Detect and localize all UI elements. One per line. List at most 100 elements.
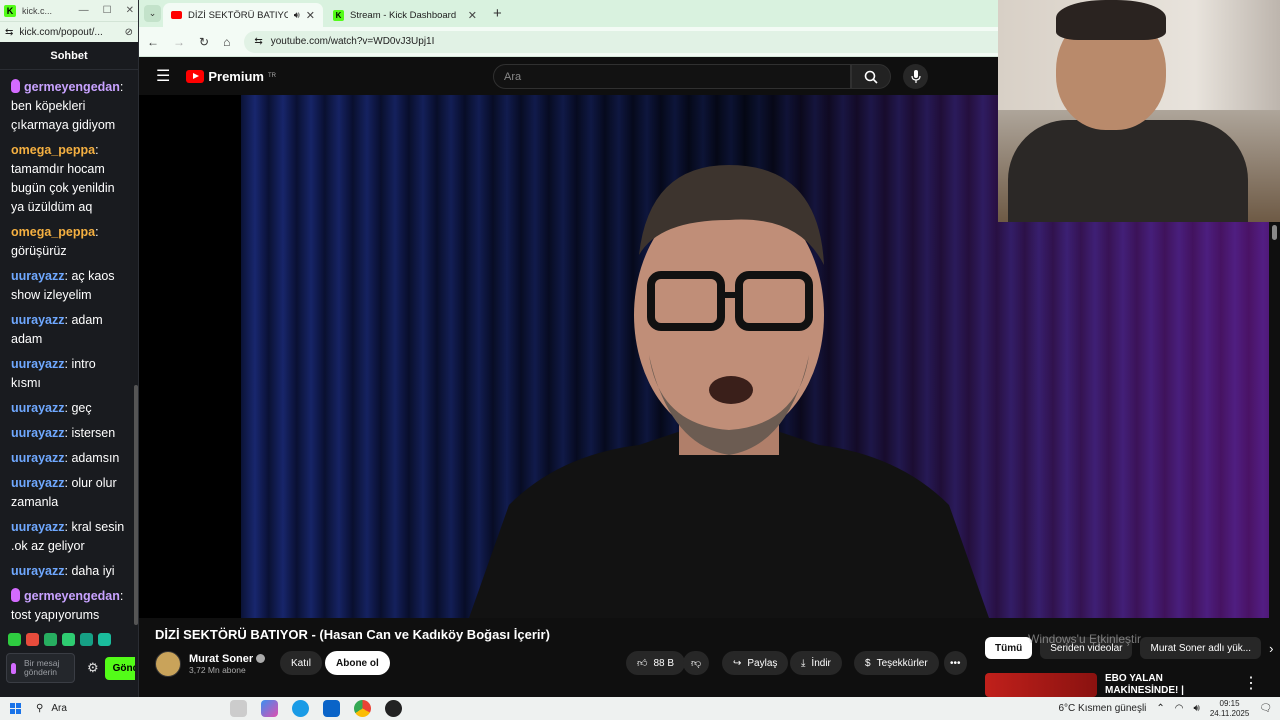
tab-kick-dashboard[interactable]: K Stream - Kick Dashboard ✕ [325, 3, 485, 27]
close-tab-icon[interactable]: ✕ [306, 9, 315, 22]
chat-input-placeholder: Bir mesaj gönderin [23, 658, 60, 677]
back-icon[interactable]: ← [147, 35, 159, 49]
dislike-button[interactable]: 👎︎ [683, 651, 710, 675]
search-icon: ⚲ [36, 703, 44, 714]
speaker-icon[interactable]: 🔊︎ [294, 10, 300, 21]
chat-messages: germeyengedan: ben köpekleri çıkarmaya g… [0, 78, 138, 626]
chat-username[interactable]: uurayazz [11, 476, 65, 490]
emote-icon[interactable] [26, 633, 39, 646]
gear-icon[interactable]: ⚙ [87, 660, 99, 676]
eye-off-icon[interactable]: ⊘ [125, 27, 133, 38]
chrome-icon[interactable] [354, 700, 371, 717]
chat-message-input[interactable]: Bir mesaj gönderin [6, 653, 75, 683]
weather-widget[interactable]: 6°C Kısmen güneşli [1058, 703, 1146, 714]
wifi-icon[interactable]: ◠ [1175, 703, 1184, 714]
recommended-thumbnail[interactable] [985, 673, 1097, 697]
subscribe-button[interactable]: Abone ol [325, 651, 390, 675]
chat-message: uurayazz: daha iyi [11, 562, 127, 581]
webcam-person-hair [1056, 0, 1166, 40]
share-button[interactable]: ↪ Paylaş [722, 651, 789, 675]
new-tab-button[interactable]: + [493, 5, 502, 22]
forward-icon[interactable]: → [173, 35, 185, 49]
chat-message: uurayazz: adam adam [11, 311, 127, 349]
chat-text: : adamsın [64, 451, 120, 465]
start-button[interactable] [0, 703, 30, 714]
chat-username[interactable]: uurayazz [11, 564, 65, 578]
outlook-icon[interactable] [323, 700, 340, 717]
chevron-right-icon[interactable]: › [1269, 641, 1273, 656]
chevron-up-icon[interactable]: ⌃ [1156, 703, 1164, 714]
search-input[interactable]: Ara [493, 64, 851, 89]
chip-channel[interactable]: Murat Soner adlı yük... [1140, 637, 1262, 659]
channel-name-row[interactable]: Murat Soner [189, 653, 266, 665]
chat-username[interactable]: uurayazz [11, 401, 65, 415]
more-actions-button[interactable]: ••• [944, 651, 967, 675]
thanks-button[interactable]: $ Teşekkürler [854, 651, 939, 675]
share-label: Paylaş [747, 657, 778, 669]
chat-message: germeyengedan: tost yapıyorums [11, 587, 127, 625]
chat-message: uurayazz: adamsın [11, 449, 127, 468]
scrollbar-thumb[interactable] [1272, 225, 1277, 240]
chat-message: germeyengedan: ben köpekleri çıkarmaya g… [11, 78, 127, 135]
join-button[interactable]: Katıl [280, 651, 323, 675]
thumbs-up-icon: 👍︎ [637, 658, 648, 669]
notifications-icon[interactable]: 🗨︎ [1259, 703, 1272, 714]
taskbar-apps [230, 700, 402, 717]
tab-youtube[interactable]: DİZİ SEKTÖRÜ BATIYOR - (H... 🔊︎ ✕ [163, 3, 323, 27]
chat-username[interactable]: uurayazz [11, 313, 65, 327]
obs-icon[interactable] [385, 700, 402, 717]
search-button[interactable] [851, 64, 891, 89]
send-button[interactable]: Gönder [104, 656, 135, 680]
chat-username[interactable]: omega_peppa [11, 225, 95, 239]
chat-username[interactable]: uurayazz [11, 451, 65, 465]
emote-icon[interactable] [80, 633, 93, 646]
youtube-play-icon [186, 69, 205, 83]
edge-icon[interactable] [292, 700, 309, 717]
home-icon[interactable]: ⌂ [223, 35, 230, 49]
chip-all[interactable]: Tümü [985, 637, 1033, 659]
like-button[interactable]: 👍︎ 88 B [626, 651, 686, 675]
menu-icon[interactable]: ☰ [156, 66, 170, 86]
tab-title: DİZİ SEKTÖRÜ BATIYOR - (H... [188, 9, 288, 21]
site-info-icon[interactable]: ⇆ [5, 27, 13, 38]
chat-message: uurayazz: kral sesin .ok az geliyor [11, 518, 127, 556]
chat-username[interactable]: uurayazz [11, 520, 65, 534]
copilot-icon[interactable] [261, 700, 278, 717]
reload-icon[interactable]: ↻ [199, 35, 209, 49]
region-code: TR [267, 73, 276, 79]
kick-urlbar[interactable]: ⇆ kick.com/popout/... ⊘ [0, 21, 138, 42]
webcam-person-body [1008, 120, 1248, 222]
more-horizontal-icon: ••• [950, 657, 961, 669]
clock[interactable]: 09:15 24.11.2025 [1210, 699, 1249, 719]
emote-icon[interactable] [44, 633, 57, 646]
youtube-premium-logo[interactable]: Premium TR [186, 69, 276, 84]
chat-username[interactable]: omega_peppa [11, 143, 95, 157]
minimize-icon[interactable]: — [79, 5, 89, 16]
chat-scrollbar[interactable] [134, 385, 138, 625]
emote-icon[interactable] [98, 633, 111, 646]
chat-username[interactable]: uurayazz [11, 426, 65, 440]
tab-search-icon[interactable]: ⌄ [144, 5, 161, 22]
clock-date: 24.11.2025 [1209, 708, 1250, 718]
taskbar-search[interactable]: ⚲ Ara [30, 703, 220, 714]
system-tray: 6°C Kısmen güneşli ⌃ ◠ 🔊︎ 09:15 24.11.20… [1058, 699, 1280, 719]
channel-avatar[interactable] [155, 651, 181, 677]
close-tab-icon[interactable]: ✕ [468, 9, 477, 22]
chat-username[interactable]: germeyengedan [24, 80, 120, 94]
chat-message: uurayazz: olur olur zamanla [11, 474, 127, 512]
super-thanks-icon: $ [865, 657, 871, 669]
chat-username[interactable]: germeyengedan [24, 589, 120, 603]
chat-username[interactable]: uurayazz [11, 269, 65, 283]
site-info-icon[interactable]: ⇆ [254, 36, 262, 47]
kick-titlebar: K kick.c... — ☐ ✕ [0, 0, 138, 21]
clock-time: 09:15 [1219, 698, 1240, 708]
download-button[interactable]: ⤓ İndir [790, 651, 842, 675]
chat-username[interactable]: uurayazz [11, 357, 65, 371]
task-view-icon[interactable] [230, 700, 247, 717]
close-icon[interactable]: ✕ [126, 5, 134, 16]
maximize-icon[interactable]: ☐ [103, 5, 112, 16]
emote-icon[interactable] [62, 633, 75, 646]
emote-icon[interactable] [8, 633, 21, 646]
voice-search-button[interactable] [903, 64, 928, 89]
volume-icon[interactable]: 🔊︎ [1194, 703, 1200, 714]
